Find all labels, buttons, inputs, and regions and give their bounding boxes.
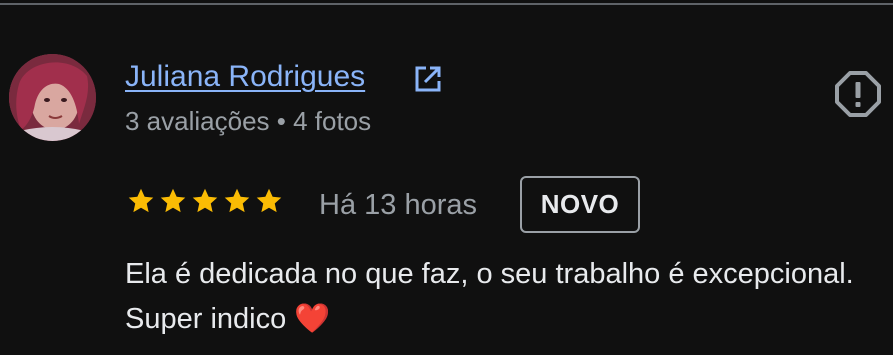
star-icon	[192, 188, 218, 213]
top-divider	[0, 3, 893, 5]
star-rating	[126, 186, 284, 220]
star-icon	[128, 188, 154, 213]
avatar[interactable]	[9, 54, 96, 141]
reviewer-stats: 3 avaliações • 4 fotos	[125, 106, 372, 136]
review-text: Ela é dedicada no que faz, o seu trabalh…	[125, 258, 854, 335]
external-link-icon[interactable]	[412, 63, 444, 95]
star-icon	[160, 188, 186, 213]
reviewer-name[interactable]: Juliana Rodrigues	[125, 59, 365, 95]
avatar-photo	[9, 54, 96, 141]
review-time: Há 13 horas	[319, 189, 477, 221]
new-badge: NOVO	[520, 176, 640, 233]
star-icon	[224, 188, 250, 213]
report-icon[interactable]	[834, 70, 882, 118]
star-icon	[256, 188, 282, 213]
